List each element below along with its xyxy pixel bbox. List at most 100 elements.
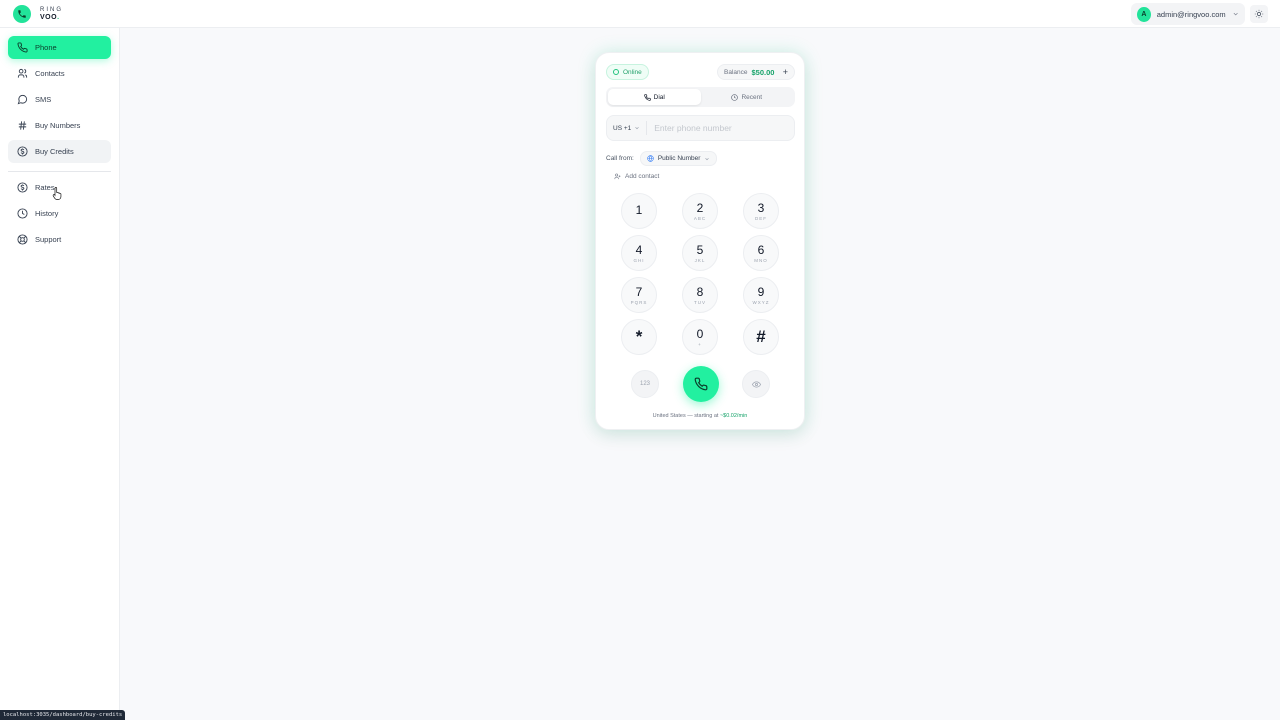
key-digit: * [635,327,643,346]
key-digit: 5 [696,242,704,257]
users-icon [17,68,28,78]
hand-pointer-cursor-icon [52,187,62,200]
phone-icon [694,377,708,391]
user-menu[interactable]: A admin@ringvoo.com [1131,3,1245,25]
key-digit: 4 [635,242,643,257]
call-from-select[interactable]: Public Number [639,151,718,166]
status-badge: Online [606,64,649,80]
dial-key-4[interactable]: 4 GHI [621,235,657,271]
key-letters: GHI [633,257,645,263]
key-digit: 1 [635,203,643,217]
key-letters: PQRS [630,299,648,305]
dollar-circle-icon [17,146,28,157]
sidebar-divider [8,171,111,172]
sidebar-item-label: Contacts [35,69,65,78]
tab-dial[interactable]: Dial [608,89,701,105]
brand-line2: VOO. [40,14,60,21]
call-from-label: Call from: [606,155,634,162]
dial-key-6[interactable]: 6 MNO [743,235,779,271]
dialer-card: Online Balance $50.00 + Dial Recent US +… [595,52,805,430]
rate-text: starting at [694,413,719,419]
key-letters: TUV [694,299,706,305]
dial-key-1[interactable]: 1 [621,193,657,229]
phone-number-input[interactable] [647,123,794,133]
dial-key-9[interactable]: 9 WXYZ [743,277,779,313]
status-text: Online [623,68,642,76]
sidebar-item-label: Buy Numbers [35,121,81,130]
key-letters: + [698,341,702,347]
sidebar-item-label: Support [35,235,62,244]
dial-key-5[interactable]: 5 JKL [682,235,718,271]
chevron-down-icon [705,157,710,160]
keypad-toggle-button[interactable]: 123 [631,370,659,398]
dial-key-7[interactable]: 7 PQRS [621,277,657,313]
key-digit: # [756,327,766,346]
sidebar: Phone Contacts SMS Buy Numbers Buy Credi… [0,28,120,720]
country-code-select[interactable]: US +1 [607,121,648,135]
sidebar-item-history[interactable]: History [8,202,111,225]
key-digit: 3 [757,200,765,215]
key-digit: 7 [635,284,643,299]
balance-label: Balance [724,68,748,76]
balance-pill[interactable]: Balance $50.00 + [717,64,795,80]
dollar-circle-icon [17,182,28,193]
sidebar-item-phone[interactable]: Phone [8,36,111,59]
brand-line1: RING [40,7,63,13]
brand-logo[interactable]: RING VOO. [13,5,63,23]
globe-icon [647,155,654,162]
key-digit: 6 [757,242,765,257]
avatar: A [1137,6,1151,22]
dial-key-8[interactable]: 8 TUV [682,277,718,313]
dial-key-star[interactable]: * [621,319,657,355]
theme-toggle-button[interactable] [1250,5,1268,23]
sidebar-item-contacts[interactable]: Contacts [8,62,111,85]
tab-label: Dial [653,93,665,101]
country-code: US +1 [613,124,632,132]
dial-key-2[interactable]: 2 ABC [682,193,718,229]
dialer-tabs: Dial Recent [606,87,795,107]
hide-keypad-button[interactable] [742,370,770,398]
call-from-value: Public Number [657,155,701,162]
tab-recent[interactable]: Recent [701,89,794,105]
sidebar-item-label: SMS [35,95,52,104]
status-bar-url: localhost:3035/dashboard/buy-credits [0,710,126,720]
sidebar-item-label: Buy Credits [35,147,74,156]
key-letters: WXYZ [752,299,770,305]
dial-key-0[interactable]: 0 + [682,319,718,355]
phone-icon [17,42,28,53]
user-email: admin@ringvoo.com [1156,9,1226,19]
call-from-row: Call from: Public Number [606,151,718,166]
add-contact-button[interactable]: Add contact [614,173,659,180]
key-digit: 0 [696,326,704,341]
call-rate-note: United States — starting at ~$0.02/min [596,413,804,419]
sidebar-item-buy-credits[interactable]: Buy Credits [8,140,111,163]
eye-icon [751,380,761,388]
add-contact-label: Add contact [625,173,660,180]
key-letters: JKL [694,257,706,263]
rate-separator: — [687,413,693,419]
dial-key-hash[interactable]: # [743,319,779,355]
top-bar: RING VOO. A admin@ringvoo.com [0,0,1280,28]
phone-logo-icon [13,5,31,23]
user-plus-icon [614,173,621,180]
hash-icon [18,121,27,130]
dial-key-3[interactable]: 3 DEF [743,193,779,229]
phone-icon [643,93,651,101]
phone-number-field: US +1 [606,115,795,141]
sidebar-item-buy-numbers[interactable]: Buy Numbers [8,114,111,137]
key-digit: 2 [696,200,704,215]
key-digit: 9 [757,284,765,299]
sidebar-item-support[interactable]: Support [8,228,111,251]
rate-value: ~$0.02/min [719,413,748,419]
status-dot-icon [613,69,619,75]
clock-icon [731,93,739,101]
sidebar-item-sms[interactable]: SMS [8,88,111,111]
chevron-down-icon [635,127,639,130]
add-balance-button[interactable]: + [783,67,788,77]
clock-icon [17,208,28,219]
sidebar-item-label: Phone [35,43,57,52]
sidebar-item-label: History [35,209,59,218]
call-button[interactable] [683,366,719,402]
chat-bubble-icon [17,94,28,105]
sun-icon [1254,9,1264,19]
